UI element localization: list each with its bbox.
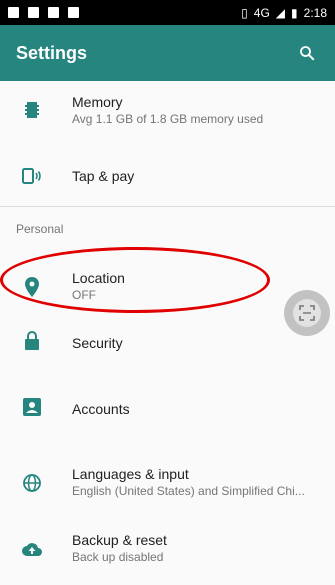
image-icon [48, 7, 59, 18]
message-icon [8, 7, 19, 18]
sim-card-icon [28, 7, 39, 18]
status-bar: ▯ 4G ◢ ▮ 2:18 [0, 0, 335, 25]
page-title: Settings [16, 42, 88, 63]
memory-title: Memory [72, 94, 123, 110]
list-item-tap-pay[interactable]: Tap & pay [0, 151, 335, 201]
search-icon[interactable] [295, 41, 319, 65]
n-notification-icon [68, 7, 79, 18]
list-item-accounts[interactable]: Accounts [0, 381, 335, 437]
memory-icon [22, 100, 42, 120]
app-bar: Settings [0, 25, 335, 81]
network-type-label: 4G [253, 5, 270, 20]
tap-pay-title: Tap & pay [72, 168, 135, 184]
list-item-security[interactable]: Security [0, 315, 335, 371]
lock-icon [22, 331, 42, 351]
clock: 2:18 [303, 5, 327, 20]
account-box-icon [22, 397, 42, 417]
languages-title: Languages & input [72, 466, 189, 482]
section-header-personal: Personal [16, 222, 64, 236]
settings-list: Memory Avg 1.1 GB of 1.8 GB memory used … [0, 81, 335, 585]
vibrate-icon: ▯ [241, 5, 248, 20]
security-title: Security [72, 335, 123, 351]
list-item-languages[interactable]: Languages & input English (United States… [0, 455, 335, 511]
languages-subtitle: English (United States) and Simplified C… [72, 484, 305, 498]
list-item-backup[interactable]: Backup & reset Back up disabled [0, 521, 335, 577]
highlight-ellipse [0, 247, 270, 313]
backup-subtitle: Back up disabled [72, 550, 164, 564]
battery-icon: ▮ [291, 5, 298, 20]
system-icons: ▯ 4G ◢ ▮ 2:18 [241, 6, 327, 20]
list-item-memory[interactable]: Memory Avg 1.1 GB of 1.8 GB memory used [0, 81, 335, 139]
memory-subtitle: Avg 1.1 GB of 1.8 GB memory used [72, 112, 264, 126]
accounts-title: Accounts [72, 401, 130, 417]
backup-title: Backup & reset [72, 532, 167, 548]
tap-pay-icon [22, 166, 42, 186]
screenshot-icon [293, 299, 321, 327]
floating-screenshot-button[interactable] [284, 290, 330, 336]
cloud-upload-icon [22, 539, 42, 559]
notification-icons [8, 7, 79, 18]
section-divider [0, 206, 335, 207]
signal-icon: ◢ [275, 5, 286, 20]
globe-icon [22, 473, 42, 493]
